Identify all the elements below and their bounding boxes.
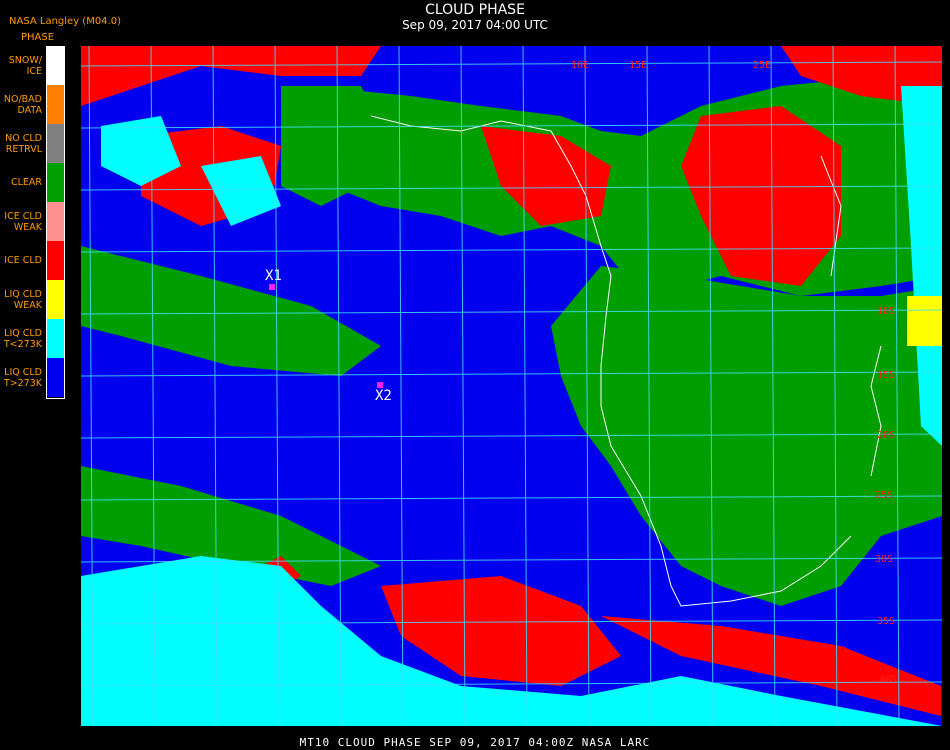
lat-label-30s: 30S xyxy=(875,554,894,565)
legend-frame xyxy=(46,46,65,399)
marker-x2-label[interactable]: X2 xyxy=(375,388,392,404)
page-title: CLOUD PHASE xyxy=(425,2,525,18)
legend-item-label: LIQ CLD T<273K xyxy=(3,328,42,350)
datetime-label: Sep 09, 2017 04:00 UTC xyxy=(402,18,548,32)
lat-label-35s: 35S xyxy=(877,616,896,627)
footer-caption: MT10 CLOUD PHASE SEP 09, 2017 04:00Z NAS… xyxy=(299,736,651,749)
ocean-clear-band xyxy=(81,246,381,376)
lon-label-10e: 10E xyxy=(571,60,590,71)
lat-label-15s: 15S xyxy=(877,370,896,381)
lat-label-40s: 40S xyxy=(879,674,898,685)
lon-label-15e: 15E xyxy=(629,60,648,71)
legend-title: PHASE xyxy=(21,32,55,43)
legend-item-label: SNOW/ ICE xyxy=(8,55,42,77)
lat-label-10s: 10S xyxy=(877,306,896,317)
legend-item-label: LIQ CLD T>273K xyxy=(3,367,42,389)
marker-x1-label[interactable]: X1 xyxy=(265,268,282,284)
lon-label-25e: 25E xyxy=(753,60,772,71)
map-svg xyxy=(81,46,942,726)
lat-label-25s: 25S xyxy=(875,490,894,501)
liquid-weak-east xyxy=(907,296,942,346)
legend-item-label: NO CLD RETRVL xyxy=(5,133,42,155)
legend-item-label: ICE CLD xyxy=(4,255,42,266)
africa-north-land xyxy=(311,66,942,296)
legend-item-label: NO/BAD DATA xyxy=(3,94,42,116)
marker-x1-point xyxy=(269,284,275,290)
map-panel[interactable]: X1 X2 10E 15E 25E 10S 15S 20S 25S 30S 35… xyxy=(81,46,942,726)
legend-item-label: ICE CLD WEAK xyxy=(4,211,42,233)
legend-item-label: LIQ CLD WEAK xyxy=(4,289,42,311)
legend-item-label: CLEAR xyxy=(10,177,42,188)
lat-label-20s: 20S xyxy=(877,430,896,441)
